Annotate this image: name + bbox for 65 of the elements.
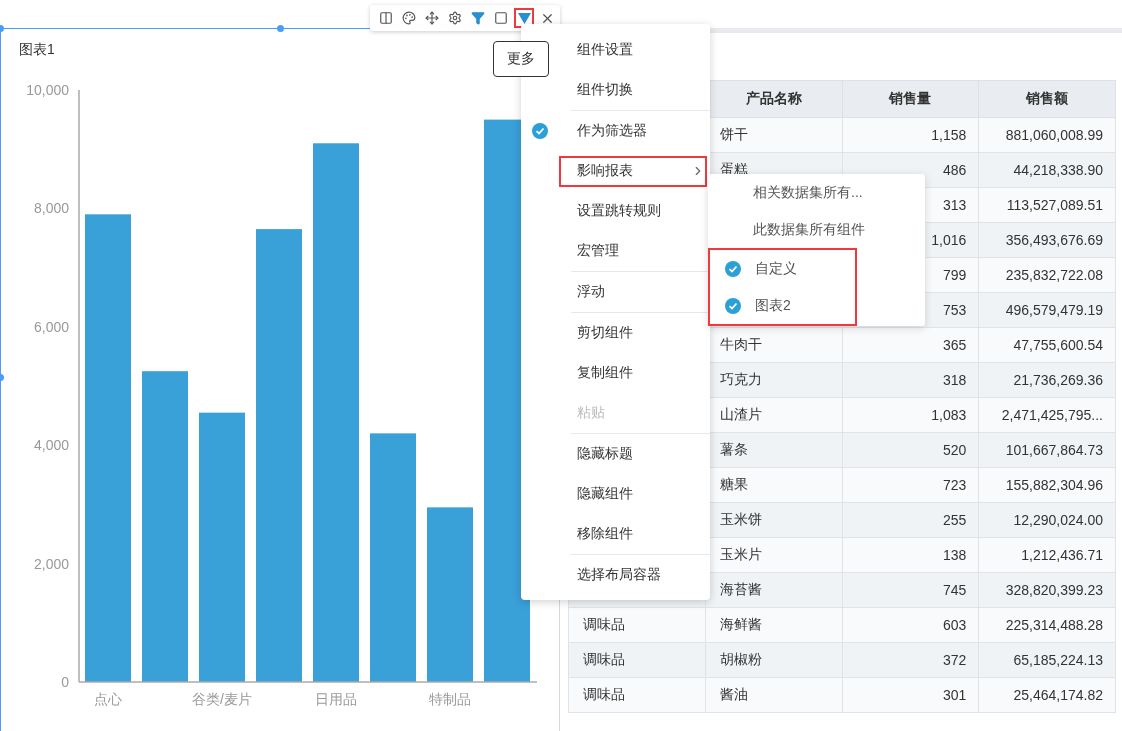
- table-cell: 138: [842, 537, 979, 573]
- table-cell: 225,314,488.28: [978, 607, 1116, 643]
- table-cell: 44,218,338.90: [978, 152, 1116, 188]
- submenu-item[interactable]: 自定义: [755, 259, 797, 278]
- table-cell: 25,464,174.82: [978, 677, 1116, 713]
- table-cell: 1,083: [842, 397, 979, 433]
- table-cell: 酱油: [705, 677, 842, 713]
- table-cell: 520: [842, 432, 979, 468]
- x-tick-label: 日用品: [315, 691, 357, 707]
- menu-item[interactable]: 组件设置: [559, 34, 707, 66]
- table-cell: 113,527,089.51: [978, 187, 1116, 223]
- table-cell: 调味品: [568, 642, 706, 678]
- menu-item[interactable]: 隐藏组件: [559, 478, 707, 510]
- menu-item[interactable]: 影响报表: [559, 155, 707, 187]
- table-cell: 海苔酱: [705, 572, 842, 608]
- y-tick-label: 6,000: [33, 318, 69, 335]
- y-tick-label: 2,000: [33, 555, 69, 572]
- menu-item[interactable]: 选择布局容器: [559, 559, 707, 591]
- table-cell: 47,755,600.54: [978, 327, 1116, 363]
- menu-item[interactable]: 隐藏标题: [559, 438, 707, 470]
- table-cell: 调味品: [568, 677, 706, 713]
- table-cell: 胡椒粉: [705, 642, 842, 678]
- y-tick-label: 4,000: [33, 437, 69, 454]
- table-cell: 356,493,676.69: [978, 222, 1116, 258]
- table-cell: 301: [842, 677, 979, 713]
- x-tick-label: 谷类/麦片: [192, 691, 252, 707]
- table-cell: 723: [842, 467, 979, 503]
- menu-item[interactable]: 组件切换: [559, 74, 707, 106]
- menu-item[interactable]: 设置跳转规则: [559, 195, 707, 227]
- table-cell: 372: [842, 642, 979, 678]
- menu-item[interactable]: 浮动: [559, 276, 707, 308]
- column-header: 销售额: [978, 80, 1116, 118]
- table-cell: 调味品: [568, 607, 706, 643]
- y-tick-label: 8,000: [33, 200, 69, 217]
- table-cell: 1,212,436.71: [978, 537, 1116, 573]
- tooltip: 更多: [493, 41, 549, 77]
- column-header: 销售量: [842, 80, 979, 118]
- table-cell: 235,832,722.08: [978, 257, 1116, 293]
- table-cell: 海鲜酱: [705, 607, 842, 643]
- table-cell: 155,882,304.96: [978, 467, 1116, 503]
- y-tick-label: 10,000: [26, 82, 69, 98]
- table-cell: 745: [842, 572, 979, 608]
- table-cell: 2,471,425,795...: [978, 397, 1116, 433]
- menu-item[interactable]: 复制组件: [559, 357, 707, 389]
- table-cell: 101,667,864.73: [978, 432, 1116, 468]
- menu-item[interactable]: 剪切组件: [559, 317, 707, 349]
- table-cell: 881,060,008.99: [978, 117, 1116, 153]
- table-cell: 365: [842, 327, 979, 363]
- menu-item[interactable]: 宏管理: [559, 235, 707, 267]
- table-cell: 603: [842, 607, 979, 643]
- menu-item[interactable]: 作为筛选器: [559, 115, 707, 147]
- submenu-item[interactable]: 图表2: [755, 296, 791, 315]
- x-tick-label: 特制品: [429, 691, 471, 707]
- menu-item[interactable]: 移除组件: [559, 518, 707, 550]
- table-cell: 496,579,479.19: [978, 292, 1116, 328]
- table-cell: 65,185,224.13: [978, 642, 1116, 678]
- table-cell: 12,290,024.00: [978, 502, 1116, 538]
- chart-title: 图表1: [19, 41, 55, 59]
- table-cell: 255: [842, 502, 979, 538]
- table-cell: 1,158: [842, 117, 979, 153]
- table-cell: 21,736,269.36: [978, 362, 1116, 398]
- y-tick-label: 0: [61, 674, 69, 690]
- x-tick-label: 点心: [94, 691, 122, 707]
- table-cell: 328,820,399.23: [978, 572, 1116, 608]
- table-cell: 318: [842, 362, 979, 398]
